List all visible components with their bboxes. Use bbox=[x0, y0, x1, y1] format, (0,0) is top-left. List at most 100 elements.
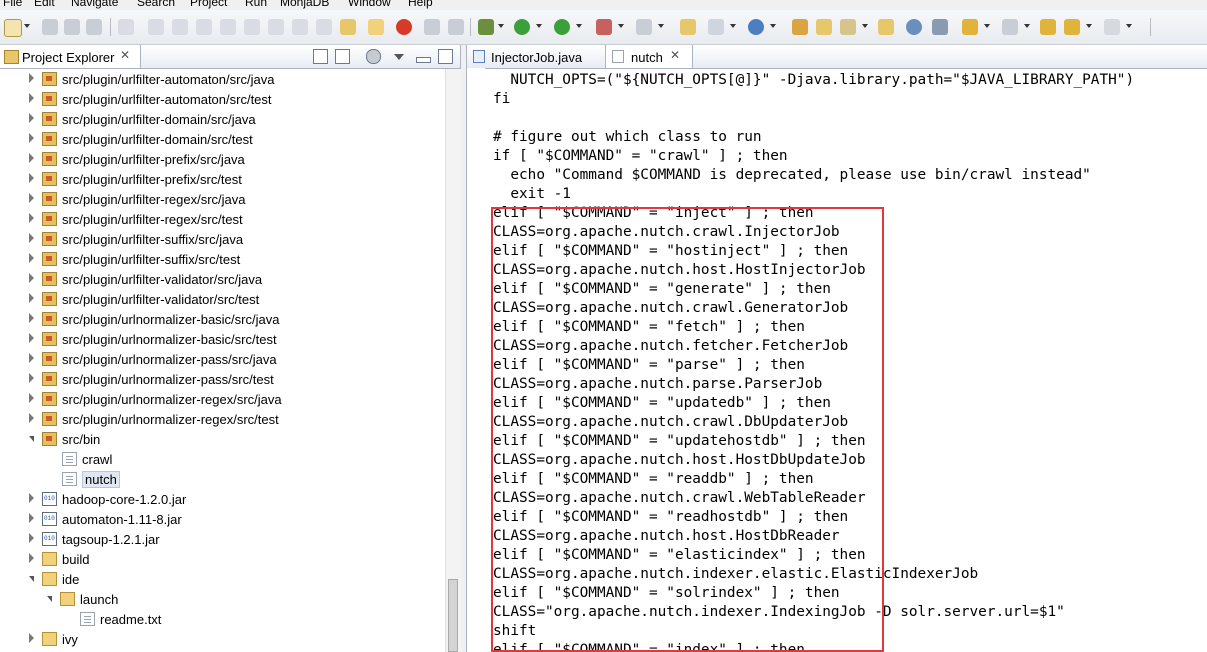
filters-icon[interactable] bbox=[366, 49, 381, 64]
expand-arrow-icon[interactable] bbox=[29, 73, 34, 83]
next-annotation-icon[interactable] bbox=[962, 19, 978, 35]
expand-arrow-icon[interactable] bbox=[29, 513, 34, 523]
expand-arrow-icon[interactable] bbox=[29, 533, 34, 543]
last-edit-location-icon[interactable] bbox=[1040, 19, 1056, 35]
view-menu-icon[interactable] bbox=[394, 54, 404, 60]
tree-item[interactable]: src/plugin/urlfilter-automaton/src/test bbox=[0, 89, 445, 109]
menu-window[interactable]: Window bbox=[348, 0, 391, 10]
show-whitespace-icon[interactable] bbox=[448, 19, 464, 35]
menu-navigate[interactable]: Navigate bbox=[71, 0, 118, 10]
tree-item[interactable]: src/plugin/urlfilter-automaton/src/java bbox=[0, 69, 445, 89]
tree-item[interactable]: ide bbox=[0, 569, 445, 589]
expand-arrow-icon[interactable] bbox=[29, 373, 34, 383]
expand-arrow-icon[interactable] bbox=[29, 173, 34, 183]
open-task-icon[interactable] bbox=[878, 19, 894, 35]
expand-arrow-icon[interactable] bbox=[29, 213, 34, 223]
expand-arrow-icon[interactable] bbox=[29, 253, 34, 263]
globe-icon[interactable] bbox=[906, 19, 922, 35]
tree-item[interactable]: src/plugin/urlfilter-suffix/src/test bbox=[0, 249, 445, 269]
menu-edit[interactable]: Edit bbox=[34, 0, 55, 10]
tree-item[interactable]: ivy bbox=[0, 629, 445, 649]
open-project-icon[interactable] bbox=[792, 19, 808, 35]
minimize-icon[interactable] bbox=[416, 57, 431, 63]
step-return-icon[interactable] bbox=[292, 19, 308, 35]
expand-arrow-icon[interactable] bbox=[29, 393, 34, 403]
collapse-arrow-icon[interactable] bbox=[47, 596, 52, 602]
toggle-markers-icon[interactable] bbox=[424, 19, 440, 35]
tree-item[interactable]: tagsoup-1.2.1.jar bbox=[0, 529, 445, 549]
menu-monjadb[interactable]: MonjaDB bbox=[280, 0, 329, 10]
tree-item[interactable]: src/plugin/urlfilter-regex/src/test bbox=[0, 209, 445, 229]
tree-item[interactable]: hadoop-core-1.2.0.jar bbox=[0, 489, 445, 509]
maximize-icon[interactable] bbox=[438, 49, 453, 64]
tree-item[interactable]: src/plugin/urlnormalizer-pass/src/test bbox=[0, 369, 445, 389]
menu-run[interactable]: Run bbox=[245, 0, 267, 10]
menu-project[interactable]: Project bbox=[190, 0, 227, 10]
expand-arrow-icon[interactable] bbox=[29, 113, 34, 123]
expand-arrow-icon[interactable] bbox=[29, 153, 34, 163]
skip-breakpoints-icon[interactable] bbox=[118, 19, 134, 35]
step-over-icon[interactable] bbox=[268, 19, 284, 35]
menu-help[interactable]: Help bbox=[408, 0, 433, 10]
tree-item[interactable]: src/plugin/urlfilter-prefix/src/java bbox=[0, 149, 445, 169]
close-icon[interactable]: ✕ bbox=[670, 48, 680, 62]
open-folder-icon[interactable] bbox=[816, 19, 832, 35]
annotation-icon[interactable] bbox=[932, 19, 948, 35]
search-icon[interactable] bbox=[840, 19, 856, 35]
tree-item[interactable]: automaton-1.11-8.jar bbox=[0, 509, 445, 529]
save-all-icon[interactable] bbox=[64, 19, 80, 35]
collapse-arrow-icon[interactable] bbox=[29, 436, 34, 442]
expand-arrow-icon[interactable] bbox=[29, 233, 34, 243]
new-java-project-icon[interactable] bbox=[680, 19, 696, 35]
tree-item[interactable]: src/plugin/urlnormalizer-basic/src/test bbox=[0, 329, 445, 349]
tree-item[interactable]: src/plugin/urlnormalizer-pass/src/java bbox=[0, 349, 445, 369]
expand-arrow-icon[interactable] bbox=[29, 493, 34, 503]
expand-arrow-icon[interactable] bbox=[29, 193, 34, 203]
tree-item[interactable]: crawl bbox=[0, 449, 445, 469]
tree-item[interactable]: src/plugin/urlfilter-prefix/src/test bbox=[0, 169, 445, 189]
terminate-icon[interactable] bbox=[196, 19, 212, 35]
tree-item[interactable]: readme.txt bbox=[0, 609, 445, 629]
debug-icon[interactable] bbox=[478, 19, 494, 35]
forward-icon[interactable] bbox=[1104, 19, 1120, 35]
expand-arrow-icon[interactable] bbox=[29, 633, 34, 643]
project-explorer-tab[interactable]: Project Explorer ✕ bbox=[0, 45, 141, 68]
drop-to-frame-icon[interactable] bbox=[316, 19, 332, 35]
expand-arrow-icon[interactable] bbox=[29, 413, 34, 423]
resume-icon[interactable] bbox=[148, 19, 164, 35]
tree-item[interactable]: src/plugin/urlfilter-domain/src/java bbox=[0, 109, 445, 129]
suspend-icon[interactable] bbox=[172, 19, 188, 35]
code-editor[interactable]: NUTCH_OPTS=("${NUTCH_OPTS[@]}" -Djava.li… bbox=[467, 68, 1207, 652]
tab-injectorjob-java[interactable]: InjectorJob.java bbox=[467, 45, 606, 68]
prev-annotation-icon[interactable] bbox=[1002, 19, 1018, 35]
tree-item[interactable]: src/bin bbox=[0, 429, 445, 449]
disconnect-icon[interactable] bbox=[220, 19, 236, 35]
tree-item[interactable]: src/plugin/urlfilter-validator/src/test bbox=[0, 289, 445, 309]
menu-file[interactable]: File bbox=[3, 0, 22, 10]
link-with-editor-icon[interactable] bbox=[335, 49, 350, 64]
expand-arrow-icon[interactable] bbox=[29, 353, 34, 363]
expand-arrow-icon[interactable] bbox=[29, 93, 34, 103]
expand-arrow-icon[interactable] bbox=[29, 313, 34, 323]
tree-item[interactable]: src/plugin/urlfilter-suffix/src/java bbox=[0, 229, 445, 249]
expand-arrow-icon[interactable] bbox=[29, 553, 34, 563]
tree-item[interactable]: src/plugin/urlfilter-validator/src/java bbox=[0, 269, 445, 289]
tree-item[interactable]: src/plugin/urlnormalizer-regex/src/test bbox=[0, 409, 445, 429]
new-dropdown-arrow-icon[interactable] bbox=[24, 24, 30, 28]
tab-nutch[interactable]: nutch ✕ bbox=[606, 45, 693, 68]
vertical-scrollbar[interactable] bbox=[445, 69, 461, 652]
tree-item[interactable]: nutch bbox=[0, 469, 445, 489]
new-class-icon[interactable] bbox=[748, 19, 764, 35]
tree-item[interactable]: src/plugin/urlfilter-regex/src/java bbox=[0, 189, 445, 209]
save-icon[interactable] bbox=[42, 19, 58, 35]
collapse-arrow-icon[interactable] bbox=[29, 576, 34, 582]
expand-arrow-icon[interactable] bbox=[29, 133, 34, 143]
back-icon[interactable] bbox=[1064, 19, 1080, 35]
open-type-icon[interactable] bbox=[368, 19, 384, 35]
web-icon[interactable] bbox=[396, 19, 412, 35]
step-into-icon[interactable] bbox=[244, 19, 260, 35]
run-external-tools-icon[interactable] bbox=[554, 19, 570, 35]
use-step-filters-icon[interactable] bbox=[340, 19, 356, 35]
publish-icon[interactable] bbox=[636, 19, 652, 35]
expand-arrow-icon[interactable] bbox=[29, 273, 34, 283]
